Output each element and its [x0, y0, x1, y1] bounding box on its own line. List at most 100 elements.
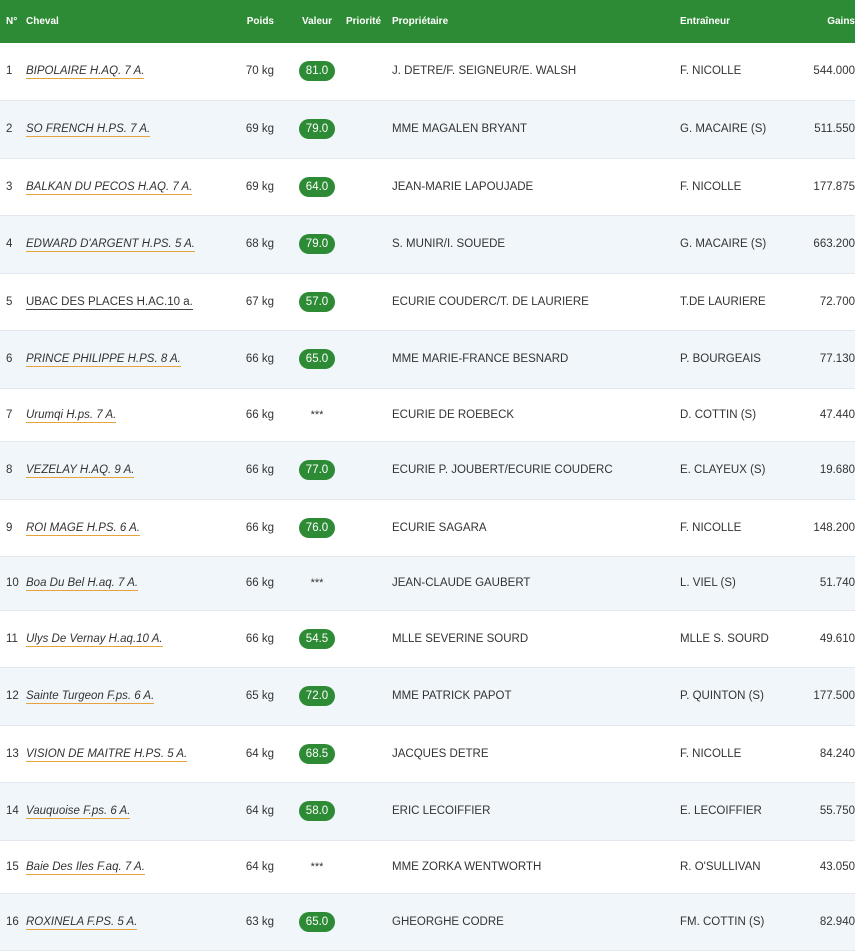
owner-cell: ECURIE COUDERC/T. DE LAURIERE	[392, 295, 589, 308]
trainer-cell: T.DE LAURIERE	[680, 295, 766, 308]
poids-cell: 66 kg	[245, 353, 274, 365]
horse-link[interactable]: Vauquoise F.ps. 6 A.	[26, 805, 131, 819]
horse-cell: VISION DE MAITRE H.PS. 5 A.	[26, 725, 240, 782]
horse-link[interactable]: BALKAN DU PECOS H.AQ. 7 A.	[26, 180, 193, 195]
poids-cell: 65 kg	[245, 690, 274, 702]
row-number: 12	[6, 690, 19, 702]
table-row: 16 ROXINELA F.PS. 5 A. 63 kg 65.0 GHEORGHE C…	[0, 893, 855, 950]
table-body: 1 BIPOLAIRE H.AQ. 7 A. 70 kg 81.0 J. DETRE/F…	[0, 43, 855, 950]
horse-link[interactable]: SO FRENCH H.PS. 7 A.	[26, 123, 151, 137]
col-header-valeur[interactable]: Valeur	[288, 0, 346, 43]
owner-cell: ECURIE DE ROEBECK	[392, 408, 515, 421]
poids-cell: 64 kg	[245, 860, 274, 873]
horse-link[interactable]: Sainte Turgeon F.ps. 6 A.	[26, 690, 155, 704]
trainer-cell: G. MACAIRE (S)	[680, 123, 767, 135]
row-number: 16	[6, 915, 19, 928]
table-row: 6 PRINCE PHILIPPE H.PS. 8 A. 66 kg 65.0 MME …	[0, 330, 855, 388]
valeur-cell: ***	[288, 840, 346, 893]
poids-cell: 70 kg	[245, 65, 274, 78]
gains-cell: 82.940	[819, 915, 855, 928]
horse-cell: Ulys De Vernay H.aq.10 A.	[26, 610, 240, 667]
col-header-gains[interactable]: Gains	[800, 0, 855, 43]
horse-cell: BALKAN DU PECOS H.AQ. 7 A.	[26, 158, 240, 215]
priorite-cell	[346, 840, 392, 893]
table-row: 8 VEZELAY H.AQ. 9 A. 66 kg 77.0 ECURIE P. JO…	[0, 441, 855, 499]
owner-cell: JACQUES DETRE	[392, 747, 489, 760]
trainer-cell: MLLE S. SOURD	[680, 632, 769, 645]
valeur-cell: ***	[288, 556, 346, 610]
owner-cell: JEAN-MARIE LAPOUJADE	[392, 180, 534, 193]
valeur-cell: 68.5	[288, 725, 346, 782]
horse-cell: EDWARD D'ARGENT H.PS. 5 A.	[26, 215, 240, 273]
poids-cell: 66 kg	[245, 408, 274, 421]
priorite-cell	[346, 610, 392, 667]
trainer-cell: F. NICOLLE	[680, 521, 742, 534]
valeur-badge: 68.5	[298, 743, 336, 764]
col-header-poids[interactable]: Poids	[240, 0, 288, 43]
valeur-cell: 65.0	[288, 330, 346, 388]
poids-cell: 69 kg	[245, 123, 274, 135]
owner-cell: MME MARIE-FRANCE BESNARD	[392, 353, 569, 365]
horse-link[interactable]: Baie Des Iles F.aq. 7 A.	[26, 860, 145, 875]
owner-cell: ECURIE P. JOUBERT/ECURIE COUDERC	[392, 464, 613, 476]
trainer-cell: E. LECOIFFIER	[680, 805, 762, 817]
valeur-badge: 64.0	[298, 176, 336, 197]
valeur-cell: 76.0	[288, 499, 346, 556]
priorite-cell	[346, 441, 392, 499]
row-number: 9	[6, 521, 13, 534]
gains-cell: 19.680	[819, 464, 855, 476]
row-number: 6	[6, 353, 13, 365]
gains-cell: 55.750	[819, 805, 855, 817]
priorite-cell	[346, 273, 392, 330]
row-number: 4	[6, 238, 13, 250]
row-number: 10	[6, 577, 19, 589]
trainer-cell: F. NICOLLE	[680, 747, 742, 760]
valeur-unrated: ***	[310, 408, 324, 421]
trainer-cell: FM. COTTIN (S)	[680, 915, 765, 928]
col-header-horse[interactable]: Cheval	[26, 0, 240, 43]
gains-cell: 544.000	[813, 65, 855, 78]
horse-link[interactable]: Urumqi H.ps. 7 A.	[26, 408, 117, 423]
col-header-priorite[interactable]: Priorité	[346, 0, 392, 43]
horse-link[interactable]: UBAC DES PLACES H.AC.10 a.	[26, 295, 193, 310]
poids-cell: 66 kg	[245, 632, 274, 645]
horse-link[interactable]: Ulys De Vernay H.aq.10 A.	[26, 632, 163, 647]
horse-link[interactable]: BIPOLAIRE H.AQ. 7 A.	[26, 65, 145, 80]
owner-cell: JEAN-CLAUDE GAUBERT	[392, 577, 531, 589]
valeur-badge: 77.0	[298, 460, 336, 480]
col-header-num: N°	[6, 16, 18, 27]
poids-cell: 66 kg	[245, 464, 274, 476]
trainer-cell: D. COTTIN (S)	[680, 408, 757, 421]
row-number: 14	[6, 805, 19, 817]
col-header-trainer[interactable]: Entraîneur	[680, 0, 800, 43]
horse-link[interactable]: VISION DE MAITRE H.PS. 5 A.	[26, 747, 188, 762]
poids-cell: 64 kg	[245, 805, 274, 817]
priorite-cell	[346, 667, 392, 725]
gains-cell: 84.240	[819, 747, 855, 760]
table-row: 13 VISION DE MAITRE H.PS. 5 A. 64 kg 68.5 JA…	[0, 725, 855, 782]
valeur-cell: 77.0	[288, 441, 346, 499]
horse-link[interactable]: PRINCE PHILIPPE H.PS. 8 A.	[26, 353, 181, 367]
horse-cell: ROI MAGE H.PS. 6 A.	[26, 499, 240, 556]
horse-link[interactable]: ROXINELA F.PS. 5 A.	[26, 915, 138, 930]
valeur-cell: 64.0	[288, 158, 346, 215]
gains-cell: 177.500	[813, 690, 855, 702]
poids-cell: 66 kg	[245, 577, 274, 589]
horse-link[interactable]: Boa Du Bel H.aq. 7 A.	[26, 577, 139, 591]
gains-cell: 49.610	[819, 632, 855, 645]
gains-cell: 51.740	[819, 577, 855, 589]
runners-table: N° Cheval Poids Valeur Priorité Propriét…	[0, 0, 855, 951]
horse-link[interactable]: ROI MAGE H.PS. 6 A.	[26, 521, 140, 536]
horse-cell: Vauquoise F.ps. 6 A.	[26, 782, 240, 840]
valeur-unrated: ***	[310, 577, 324, 589]
horse-cell: Boa Du Bel H.aq. 7 A.	[26, 556, 240, 610]
row-number: 15	[6, 860, 19, 873]
horse-cell: UBAC DES PLACES H.AC.10 a.	[26, 273, 240, 330]
horse-link[interactable]: EDWARD D'ARGENT H.PS. 5 A.	[26, 238, 195, 252]
valeur-cell: 81.0	[288, 43, 346, 100]
priorite-cell	[346, 499, 392, 556]
col-header-owner[interactable]: Propriétaire	[392, 0, 680, 43]
horse-link[interactable]: VEZELAY H.AQ. 9 A.	[26, 464, 135, 478]
owner-cell: MLLE SEVERINE SOURD	[392, 632, 529, 645]
trainer-cell: L. VIEL (S)	[680, 577, 736, 589]
